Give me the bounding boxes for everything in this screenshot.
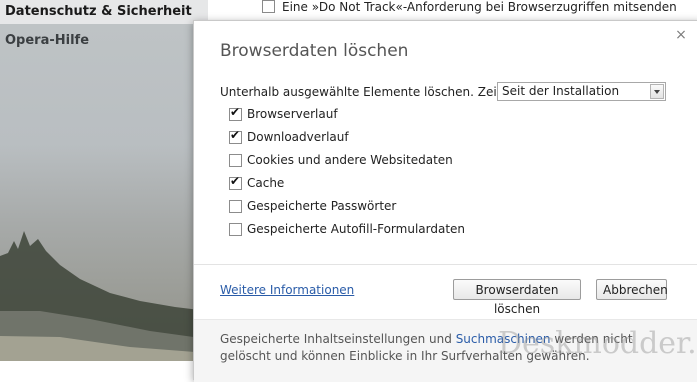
dnt-checkbox[interactable]	[262, 0, 275, 13]
option-label: Cookies und andere Websitedaten	[247, 153, 453, 167]
checkmark-icon: ✔	[230, 174, 241, 188]
period-select-value: Seit der Installation	[502, 84, 620, 98]
checkbox[interactable]	[229, 154, 242, 167]
sidebar-item-privacy-security[interactable]: Datenschutz & Sicherheit	[0, 0, 208, 24]
divider	[194, 264, 697, 265]
dnt-setting-row[interactable]: Eine »Do Not Track«-Anforderung bei Brow…	[262, 0, 677, 16]
more-info-link[interactable]: Weitere Informationen	[220, 283, 354, 297]
sidebar: Datenschutz & Sicherheit Opera-Hilfe	[0, 0, 208, 361]
checkbox[interactable]	[229, 200, 242, 213]
option-label: Downloadverlauf	[247, 130, 349, 144]
option-label: Cache	[247, 176, 285, 190]
checkbox[interactable]: ✔	[229, 128, 242, 144]
close-icon[interactable]: ×	[674, 28, 688, 42]
sidebar-item-opera-help[interactable]: Opera-Hilfe	[5, 33, 89, 48]
option-label: Browserverlauf	[247, 107, 338, 121]
checkbox[interactable]	[229, 223, 242, 236]
watermark: Deskmodder.de	[498, 326, 697, 361]
checkbox[interactable]: ✔	[229, 105, 242, 121]
landscape-background	[0, 231, 208, 361]
clear-data-button[interactable]: Browserdaten löschen	[453, 279, 581, 316]
dnt-label: Eine »Do Not Track«-Anforderung bei Brow…	[282, 0, 677, 14]
checkbox[interactable]: ✔	[229, 174, 242, 190]
checkmark-icon: ✔	[230, 105, 241, 119]
cancel-button[interactable]: Abbrechen	[596, 279, 668, 300]
option-label: Gespeicherte Autofill-Formulardaten	[247, 222, 466, 236]
period-select[interactable]: Seit der Installation	[497, 82, 666, 101]
footer-text-before: Gespeicherte Inhaltseinstellungen und	[220, 332, 456, 346]
dialog-title: Browserdaten löschen	[220, 41, 409, 61]
checkmark-icon: ✔	[230, 128, 241, 142]
period-label: Unterhalb ausgewählte Elemente löschen. …	[220, 85, 538, 99]
chevron-down-icon[interactable]	[650, 84, 664, 99]
option-label: Gespeicherte Passwörter	[247, 199, 397, 213]
